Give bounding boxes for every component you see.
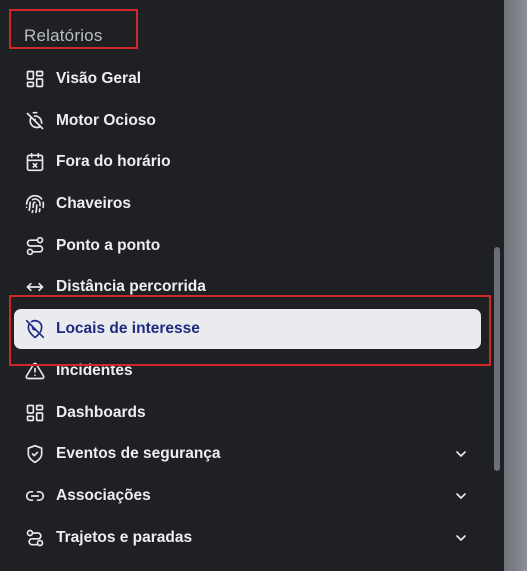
menu-item-distancia-percorrida[interactable]: Distância percorrida xyxy=(14,267,481,307)
menu-item-incidentes[interactable]: Incidentes xyxy=(14,351,481,391)
chevron-down-icon[interactable] xyxy=(453,530,469,546)
menu-item-label: Ponto a ponto xyxy=(56,237,161,254)
menu-item-associacoes[interactable]: Associações xyxy=(14,476,481,516)
arrows-horizontal-icon xyxy=(24,276,46,298)
menu-item-label: Dashboards xyxy=(56,404,146,421)
route-icon xyxy=(24,235,46,257)
grid-icon xyxy=(24,68,46,90)
menu-item-visao-geral[interactable]: Visão Geral xyxy=(14,59,481,99)
menu-item-label: Chaveiros xyxy=(56,195,131,212)
warning-triangle-icon xyxy=(24,360,46,382)
menu-item-label: Visão Geral xyxy=(56,70,142,87)
menu-item-motor-ocioso[interactable]: Motor Ocioso xyxy=(14,101,481,141)
reports-sidebar-panel: Relatórios Visão Geral Motor Ocioso Fora… xyxy=(0,0,504,571)
menu-item-dashboards[interactable]: Dashboards xyxy=(14,393,481,433)
menu-item-locais-de-interesse[interactable]: Locais de interesse xyxy=(14,309,481,349)
menu-item-ponto-a-ponto[interactable]: Ponto a ponto xyxy=(14,226,481,266)
menu-item-label: Eventos de segurança xyxy=(56,445,221,462)
menu-item-label: Trajetos e paradas xyxy=(56,529,193,546)
link-icon xyxy=(24,485,46,507)
menu-item-trajetos-e-paradas[interactable]: Trajetos e paradas xyxy=(14,518,481,558)
fingerprint-icon xyxy=(24,193,46,215)
stopwatch-off-icon xyxy=(24,110,46,132)
menu-item-fora-do-horario[interactable]: Fora do horário xyxy=(14,142,481,182)
menu-item-label: Associações xyxy=(56,487,151,504)
menu-item-eventos-de-seguranca[interactable]: Eventos de segurança xyxy=(14,434,481,474)
menu-item-chaveiros[interactable]: Chaveiros xyxy=(14,184,481,224)
background-content-strip xyxy=(504,0,527,571)
menu-item-label: Locais de interesse xyxy=(56,320,200,337)
map-pin-off-icon xyxy=(24,318,46,340)
menu-item-label: Distância percorrida xyxy=(56,278,206,295)
shield-check-icon xyxy=(24,443,46,465)
chevron-down-icon[interactable] xyxy=(453,446,469,462)
calendar-x-icon xyxy=(24,151,46,173)
dashboard-grid-icon xyxy=(24,402,46,424)
scrollbar-thumb[interactable] xyxy=(494,247,500,471)
path-icon xyxy=(24,527,46,549)
menu-item-label: Fora do horário xyxy=(56,153,171,170)
section-title: Relatórios xyxy=(24,26,103,45)
menu-item-label: Motor Ocioso xyxy=(56,112,156,129)
menu-item-label: Incidentes xyxy=(56,362,133,379)
chevron-down-icon[interactable] xyxy=(453,488,469,504)
